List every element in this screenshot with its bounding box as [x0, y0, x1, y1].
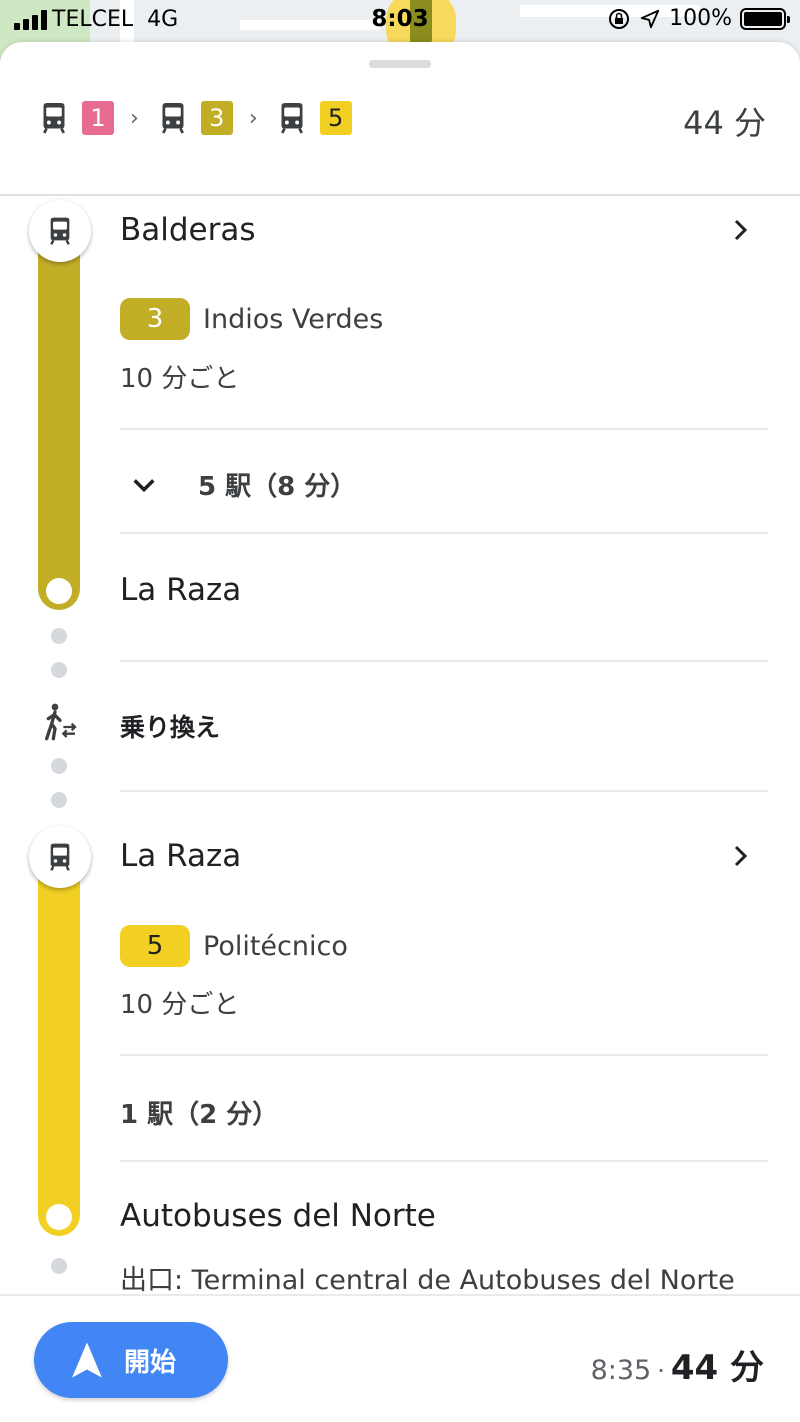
stop-marker — [29, 200, 91, 262]
separator: · — [657, 1357, 665, 1385]
walk-dot — [51, 628, 67, 644]
walk-dot — [51, 758, 67, 774]
walk-dot — [51, 792, 67, 808]
chevron-right-icon: › — [248, 105, 258, 131]
exit-info: 出口: Terminal central de Autobuses del No… — [120, 1265, 735, 1294]
total-duration: 44 分 — [683, 104, 766, 142]
walk-dot — [51, 662, 67, 678]
metro-icon — [43, 103, 65, 134]
divider — [120, 790, 768, 792]
stop-count: 1 駅（2 分） — [120, 1100, 279, 1130]
alight-stop-name[interactable]: Autobuses del Norte — [120, 1198, 436, 1234]
start-navigation-button[interactable]: 開始 — [34, 1322, 228, 1398]
metro-icon — [280, 103, 303, 134]
chevron-right-icon[interactable] — [728, 844, 752, 868]
frequency: 10 分ごと — [120, 364, 240, 394]
battery-percent: 100% — [669, 6, 732, 31]
location-arrow-icon — [640, 9, 660, 28]
line-5-track — [38, 842, 80, 1236]
metro-icon — [50, 217, 70, 245]
chevron-right-icon: › — [130, 105, 139, 131]
start-label: 開始 — [124, 1347, 177, 1378]
bottom-action-bar: 開始 8:35 · 44 分 — [0, 1294, 800, 1422]
line-3-track — [38, 214, 80, 610]
route-segment-1: 1 — [36, 100, 114, 136]
divider — [120, 532, 768, 534]
trip-duration: 44 分 — [670, 1348, 764, 1388]
headsign: Politécnico — [203, 931, 348, 962]
route-chip: 3 — [120, 298, 190, 340]
board-stop-name[interactable]: La Raza — [120, 838, 241, 874]
stop-count: 5 駅（8 分） — [198, 472, 357, 502]
walk-dot — [51, 1258, 67, 1274]
divider — [120, 428, 768, 430]
route-summary[interactable]: 1 › 3 › 5 44 分 — [0, 42, 800, 196]
navigation-arrow-icon — [72, 1342, 102, 1378]
route-segment-2: 3 — [155, 100, 233, 136]
stop-marker — [29, 826, 91, 888]
route-segment-3: 5 — [274, 100, 352, 136]
metro-icon — [161, 103, 184, 134]
arrival-time: 8:35 — [590, 1355, 652, 1386]
divider — [120, 1160, 768, 1162]
intermediate-stops-info: 1 駅（2 分） — [120, 1094, 278, 1131]
chevron-down-icon — [133, 478, 155, 492]
route-chips: 1 › 3 › 5 — [36, 100, 352, 136]
chevron-right-icon[interactable] — [728, 218, 752, 242]
headsign: Indios Verdes — [203, 304, 384, 335]
status-right: 100% — [607, 6, 790, 31]
battery-icon — [740, 7, 790, 30]
line-chip: 1 — [82, 101, 114, 135]
rotation-lock-icon — [609, 8, 630, 29]
frequency: 10 分ごと — [120, 990, 240, 1020]
stop-end-marker — [46, 1204, 72, 1230]
status-bar: TELCEL 4G 8:03 100% — [0, 0, 800, 42]
stop-end-marker — [46, 578, 72, 604]
arrival-summary: 8:35 · 44 分 — [591, 1340, 764, 1389]
intermediate-stops-toggle[interactable]: 5 駅（8 分） — [120, 466, 356, 503]
divider — [120, 660, 768, 662]
alight-stop-name[interactable]: La Raza — [120, 572, 241, 608]
board-stop-name[interactable]: Balderas — [120, 212, 256, 248]
walking-transfer-icon — [45, 703, 77, 741]
route-chip: 5 — [120, 925, 190, 967]
line-chip: 3 — [200, 101, 233, 135]
line-chip: 5 — [319, 101, 352, 135]
transfer-label: 乗り換え — [120, 713, 221, 742]
metro-icon — [50, 843, 70, 871]
divider — [120, 1054, 768, 1056]
itinerary-list[interactable]: Balderas 3 Indios Verdes 10 分ごと 5 駅（8 分）… — [0, 198, 800, 1294]
